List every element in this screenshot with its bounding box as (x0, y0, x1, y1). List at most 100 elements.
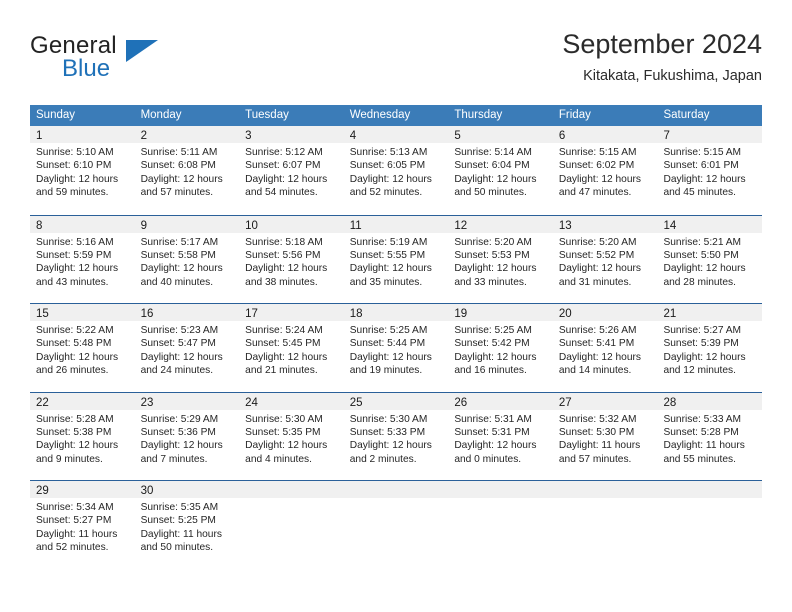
day-cell[interactable]: 25 Sunrise: 5:30 AM Sunset: 5:33 PM Dayligh… (343, 392, 449, 480)
day-cell[interactable]: 29 Sunrise: 5:34 AM Sunset: 5:27 PM Dayligh… (30, 481, 135, 569)
day-number-band: 10 (239, 215, 344, 233)
day-number: 13 (558, 219, 572, 232)
day-sun-info: Sunrise: 5:19 AM Sunset: 5:55 PM Daylight:… (344, 233, 449, 290)
day-cell[interactable]: 19 Sunrise: 5:25 AM Sunset: 5:42 PM Dayligh… (448, 304, 553, 392)
daylight-text-line1: Daylight: 12 hours (140, 440, 223, 452)
calendar-week-row: 22 Sunrise: 5:28 AM Sunset: 5:38 PM Dayligh… (30, 391, 763, 480)
sunset-text: Sunset: 6:04 PM (454, 160, 530, 172)
day-number: 30 (140, 485, 154, 497)
day-cell[interactable]: 22 Sunrise: 5:28 AM Sunset: 5:38 PM Dayligh… (30, 392, 135, 480)
day-cell-empty (343, 481, 449, 569)
sunrise-text: Sunrise: 5:14 AM (454, 147, 532, 158)
day-cell[interactable]: 8 Sunrise: 5:16 AM Sunset: 5:59 PM Daylight… (30, 215, 135, 303)
daylight-text-line2: and 35 minutes. (349, 276, 423, 288)
sunset-text: Sunset: 5:39 PM (663, 338, 739, 350)
daylight-text-line1: Daylight: 12 hours (349, 351, 432, 363)
daylight-text-line2: and 50 minutes. (140, 542, 214, 554)
day-number: 20 (558, 308, 572, 320)
day-number-band: 24 (239, 392, 344, 410)
daylight-text-line1: Daylight: 11 hours (140, 528, 222, 540)
day-cell[interactable]: 16 Sunrise: 5:23 AM Sunset: 5:47 PM Dayligh… (134, 304, 240, 392)
calendar-week-row: 29 Sunrise: 5:34 AM Sunset: 5:27 PM Dayligh… (30, 480, 763, 569)
sunrise-text: Sunrise: 5:32 AM (558, 413, 637, 425)
day-cell[interactable]: 27 Sunrise: 5:32 AM Sunset: 5:30 PM Dayligh… (552, 392, 658, 480)
daylight-text-line2: and 4 minutes. (245, 453, 312, 465)
day-cell[interactable]: 3 Sunrise: 5:12 AM Sunset: 6:07 PM Daylight… (239, 126, 344, 215)
sunset-text: Sunset: 6:10 PM (36, 160, 112, 172)
sunrise-text: Sunrise: 5:29 AM (140, 413, 219, 425)
day-number-band: 8 (30, 215, 135, 233)
title-block: September 2024 Kitakata, Fukushima, Japa… (562, 28, 762, 86)
sunset-text: Sunset: 6:01 PM (663, 160, 739, 172)
day-sun-info: Sunrise: 5:33 AM Sunset: 5:28 PM Daylight:… (657, 410, 762, 467)
day-cell[interactable]: 28 Sunrise: 5:33 AM Sunset: 5:28 PM Dayligh… (657, 392, 763, 480)
daylight-text-line1: Daylight: 12 hours (558, 263, 642, 275)
day-number: 19 (454, 308, 468, 320)
sunset-text: Sunset: 5:44 PM (349, 338, 426, 350)
day-number-band: 3 (239, 126, 344, 143)
day-sun-info: Sunrise: 5:26 AM Sunset: 5:41 PM Daylight:… (553, 321, 658, 378)
sunset-text: Sunset: 5:56 PM (245, 249, 321, 261)
day-cell[interactable]: 14 Sunrise: 5:21 AM Sunset: 5:50 PM Dayligh… (657, 215, 763, 303)
day-cell[interactable]: 7 Sunrise: 5:15 AM Sunset: 6:01 PM Daylight… (657, 126, 763, 215)
day-cell-empty (239, 481, 344, 569)
daylight-text-line1: Daylight: 12 hours (140, 173, 223, 185)
day-cell[interactable]: 21 Sunrise: 5:27 AM Sunset: 5:39 PM Dayligh… (657, 304, 763, 392)
day-cell[interactable]: 23 Sunrise: 5:29 AM Sunset: 5:36 PM Dayligh… (134, 392, 240, 480)
daylight-text-line2: and 57 minutes. (140, 187, 214, 199)
day-cell[interactable]: 10 Sunrise: 5:18 AM Sunset: 5:56 PM Dayligh… (239, 215, 344, 303)
daylight-text-line2: and 50 minutes. (454, 187, 527, 199)
day-cell[interactable]: 12 Sunrise: 5:20 AM Sunset: 5:53 PM Dayligh… (448, 215, 553, 303)
day-sun-info: Sunrise: 5:14 AM Sunset: 6:04 PM Daylight:… (448, 143, 553, 200)
day-cell[interactable]: 5 Sunrise: 5:14 AM Sunset: 6:04 PM Daylight… (448, 126, 553, 215)
day-cell[interactable]: 6 Sunrise: 5:15 AM Sunset: 6:02 PM Daylight… (552, 126, 658, 215)
sunrise-text: Sunrise: 5:20 AM (558, 236, 637, 248)
day-number-band: 2 (134, 126, 240, 143)
sunset-text: Sunset: 5:25 PM (140, 515, 216, 527)
day-number: 1 (36, 130, 43, 142)
daylight-text-line1: Daylight: 12 hours (663, 351, 746, 363)
day-cell[interactable]: 9 Sunrise: 5:17 AM Sunset: 5:58 PM Daylight… (134, 215, 240, 303)
day-cell[interactable]: 26 Sunrise: 5:31 AM Sunset: 5:31 PM Dayligh… (448, 392, 553, 480)
day-number-band (343, 481, 449, 498)
day-cell[interactable]: 4 Sunrise: 5:13 AM Sunset: 6:05 PM Daylight… (343, 126, 449, 215)
weekday-header-wednesday: Wednesday (349, 109, 411, 121)
daylight-text-line1: Daylight: 12 hours (558, 173, 642, 185)
sunrise-text: Sunrise: 5:21 AM (663, 236, 742, 248)
sunset-text: Sunset: 5:58 PM (140, 249, 216, 261)
day-number-band: 14 (657, 215, 763, 233)
day-number-band: 21 (657, 304, 763, 321)
daylight-text-line2: and 45 minutes. (663, 187, 736, 199)
day-cell[interactable]: 2 Sunrise: 5:11 AM Sunset: 6:08 PM Daylight… (134, 126, 240, 215)
day-number-band: 22 (30, 392, 135, 410)
daylight-text-line2: and 12 minutes. (663, 365, 736, 377)
daylight-text-line2: and 14 minutes. (558, 365, 632, 377)
day-number: 23 (140, 396, 154, 409)
daylight-text-line1: Daylight: 12 hours (663, 263, 746, 275)
day-number-band (448, 481, 553, 498)
day-sun-info (657, 498, 762, 501)
day-cell[interactable]: 1 Sunrise: 5:10 AM Sunset: 6:10 PM Daylight… (30, 126, 135, 215)
day-sun-info: Sunrise: 5:30 AM Sunset: 5:35 PM Daylight:… (239, 410, 344, 467)
daylight-text-line1: Daylight: 11 hours (36, 528, 118, 540)
day-sun-info: Sunrise: 5:32 AM Sunset: 5:30 PM Daylight:… (553, 410, 658, 467)
sunset-text: Sunset: 5:53 PM (454, 249, 530, 261)
day-cell[interactable]: 15 Sunrise: 5:22 AM Sunset: 5:48 PM Dayligh… (30, 304, 135, 392)
day-sun-info: Sunrise: 5:27 AM Sunset: 5:39 PM Daylight:… (657, 321, 762, 378)
day-cell[interactable]: 20 Sunrise: 5:26 AM Sunset: 5:41 PM Dayligh… (552, 304, 658, 392)
day-cell[interactable]: 11 Sunrise: 5:19 AM Sunset: 5:55 PM Dayligh… (343, 215, 449, 303)
day-cell[interactable]: 24 Sunrise: 5:30 AM Sunset: 5:35 PM Dayligh… (239, 392, 344, 480)
day-number: 5 (454, 130, 461, 142)
daylight-text-line2: and 43 minutes. (36, 276, 109, 288)
sunset-text: Sunset: 5:59 PM (36, 249, 112, 261)
sunrise-text: Sunrise: 5:34 AM (36, 502, 114, 513)
day-cell-empty (552, 481, 658, 569)
sunset-text: Sunset: 5:28 PM (663, 426, 739, 438)
day-cell[interactable]: 18 Sunrise: 5:25 AM Sunset: 5:44 PM Dayligh… (343, 304, 449, 392)
sunrise-text: Sunrise: 5:17 AM (140, 236, 219, 248)
day-cell[interactable]: 30 Sunrise: 5:35 AM Sunset: 5:25 PM Dayligh… (134, 481, 240, 569)
day-number: 11 (349, 219, 362, 232)
day-number: 24 (245, 396, 258, 409)
day-cell[interactable]: 13 Sunrise: 5:20 AM Sunset: 5:52 PM Dayligh… (552, 215, 658, 303)
day-cell[interactable]: 17 Sunrise: 5:24 AM Sunset: 5:45 PM Dayligh… (239, 304, 344, 392)
